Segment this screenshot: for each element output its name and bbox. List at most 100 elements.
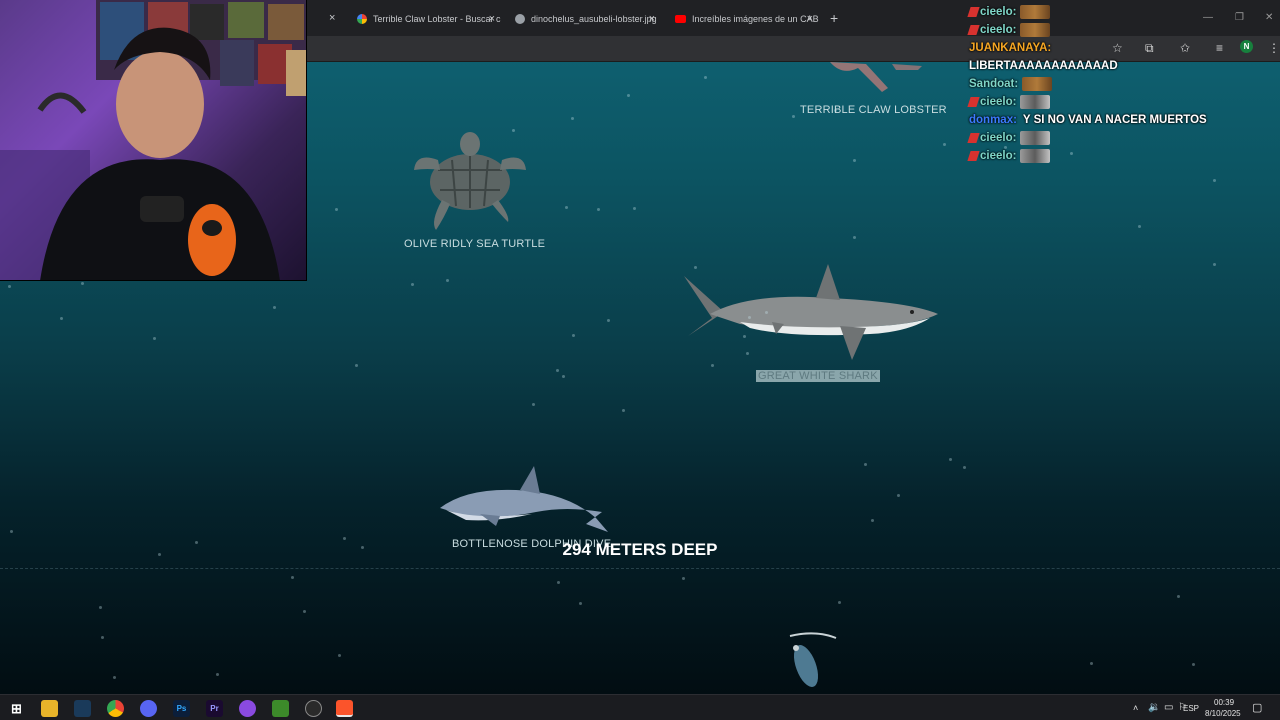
chat-username[interactable]: cieelo: (980, 132, 1016, 144)
chat-badge-icon (967, 97, 980, 107)
tab-close-button[interactable]: × (807, 13, 813, 25)
file-explorer-icon[interactable] (41, 700, 58, 717)
particle (303, 610, 306, 613)
particle (291, 576, 294, 579)
premiere-icon[interactable]: Pr (206, 700, 223, 717)
creature-label-shark: GREAT WHITE SHARK (756, 370, 880, 382)
particle (1213, 179, 1216, 182)
discord-icon[interactable] (140, 700, 157, 717)
particle (1177, 595, 1180, 598)
chat-message: Sandoat: (969, 75, 1269, 93)
particle (748, 316, 751, 319)
tray-expand-icon[interactable]: ˄ (1133, 703, 1138, 713)
podcast-icon[interactable] (239, 700, 256, 717)
youtube-icon (675, 15, 686, 23)
particle (216, 673, 219, 676)
tab-title: Increíbles imágenes de un CAB (692, 14, 819, 24)
tab-title: Terrible Claw Lobster - Buscar c (373, 14, 501, 24)
particle (1090, 662, 1093, 665)
steam-icon[interactable] (74, 700, 91, 717)
chat-emote-icon (1022, 77, 1053, 91)
minecraft-icon[interactable] (272, 700, 289, 717)
chat-message: cieelo: (967, 147, 1269, 165)
chat-emote-icon (1020, 23, 1051, 37)
brave-icon[interactable] (336, 700, 353, 717)
volume-icon[interactable]: 🔉 (1148, 702, 1160, 713)
particle (355, 364, 358, 367)
creature-label-lobster: TERRIBLE CLAW LOBSTER (800, 104, 947, 116)
particle (943, 143, 946, 146)
particle (99, 606, 102, 609)
particle (81, 282, 84, 285)
particle (607, 319, 610, 322)
particle (597, 208, 600, 211)
particle (765, 311, 768, 314)
notifications-icon[interactable]: ▢ (1252, 701, 1262, 714)
particle (838, 601, 841, 604)
network-icon[interactable]: ▭ (1164, 702, 1173, 713)
chat-username[interactable]: cieelo: (980, 6, 1016, 18)
tab-close-button[interactable]: × (329, 12, 335, 24)
chat-emote-icon (1020, 149, 1051, 163)
particle (361, 546, 364, 549)
obs-icon[interactable] (305, 700, 322, 717)
chat-username[interactable]: cieelo: (980, 150, 1016, 162)
chat-username[interactable]: Sandoat: (969, 78, 1018, 90)
new-tab-button[interactable]: + (830, 10, 838, 26)
particle (557, 581, 560, 584)
sea-turtle-illustration (414, 132, 526, 230)
particle (113, 676, 116, 679)
particle (8, 285, 11, 288)
depth-line (0, 568, 1280, 569)
particle (579, 602, 582, 605)
chat-badge-icon (967, 25, 980, 35)
particle (571, 117, 574, 120)
particle (335, 208, 338, 211)
particle (1138, 225, 1141, 228)
photoshop-icon[interactable]: Ps (173, 700, 190, 717)
particle (338, 654, 341, 657)
tab-dinochelus-image[interactable]: dinochelus_ausubeli-lobster.jpg × (507, 6, 661, 32)
chat-username[interactable]: cieelo: (980, 24, 1016, 36)
chat-username[interactable]: JUANKANAYA: (969, 42, 1051, 54)
tab-close-button[interactable]: × (649, 13, 655, 25)
chrome-icon[interactable] (107, 700, 124, 717)
particle (565, 206, 568, 209)
particle (195, 541, 198, 544)
particle (864, 463, 867, 466)
tab-close-button[interactable]: × (489, 13, 495, 25)
particle (153, 337, 156, 340)
particle (158, 553, 161, 556)
chat-text: Y SI NO VAN A NACER MUERTOS (1022, 114, 1207, 126)
particle (572, 334, 575, 337)
language-indicator[interactable]: ESP (1183, 704, 1199, 713)
tab-terrible-claw-lobster[interactable]: Terrible Claw Lobster - Buscar c × (349, 6, 501, 32)
chat-message: donmax: Y SI NO VAN A NACER MUERTOS (969, 111, 1269, 129)
chat-text: LIBERTAAAAAAAAAAAAD (969, 60, 1118, 72)
dolphin-illustration (440, 466, 608, 532)
menu-icon[interactable]: ⋮ (1268, 41, 1280, 55)
particle (746, 352, 749, 355)
particle (532, 403, 535, 406)
windows-start-icon[interactable]: ⊞ (8, 700, 25, 717)
particle (10, 530, 13, 533)
chat-message: cieelo: (967, 93, 1269, 111)
particle (694, 266, 697, 269)
tab-youtube-video[interactable]: Increíbles imágenes de un CAB × (667, 6, 819, 32)
google-icon (357, 14, 367, 24)
chat-username[interactable]: donmax: (969, 114, 1017, 126)
chat-username[interactable]: cieelo: (980, 96, 1016, 108)
particle (743, 335, 746, 338)
particle (1213, 263, 1216, 266)
particle (633, 207, 636, 210)
chat-overlay: cieelo: cieelo: JUANKANAYA: LIBERTAAAAAAAAA… (967, 3, 1269, 165)
particle (273, 306, 276, 309)
particle (562, 375, 565, 378)
clock-date[interactable]: 8/10/2025 (1205, 709, 1241, 718)
windows-taskbar: ⊞ Ps Pr ˄ 🔉 ▭ ⚐ ESP 00:39 8/10/2025 ▢ (0, 694, 1280, 720)
particle (704, 76, 707, 79)
particle (871, 519, 874, 522)
clock-time[interactable]: 00:39 (1214, 698, 1234, 707)
particle (446, 279, 449, 282)
chat-message: cieelo: (967, 21, 1269, 39)
